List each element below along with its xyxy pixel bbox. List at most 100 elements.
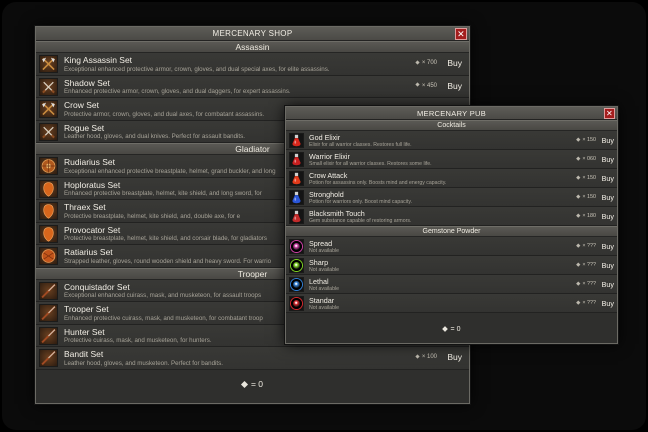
- item-description: Elixir for all warrior classes. Restores…: [309, 141, 412, 148]
- mercenary-pub-window: MERCENARY PUB ✕ Cocktails God Elixir Elixi…: [285, 106, 618, 344]
- item-name: Hoploratus Set: [64, 179, 121, 190]
- buy-button[interactable]: Buy: [602, 280, 614, 289]
- item-description: Potion for assassins only. Boosts mind a…: [309, 179, 447, 186]
- kite-shield-icon: [39, 179, 58, 198]
- pub-item-row[interactable]: Spread Not available × ??? Buy: [286, 237, 617, 256]
- item-description: Protective armor, crown, gloves, and dua…: [64, 110, 265, 118]
- buy-button[interactable]: Buy: [602, 212, 614, 221]
- pub-item-row[interactable]: Warrior Elixir Small elixir for all warri…: [286, 150, 617, 169]
- item-name: Spread: [309, 238, 333, 248]
- crossed-knives-icon: [39, 122, 58, 141]
- buy-button[interactable]: Buy: [447, 352, 462, 362]
- pub-item-row[interactable]: Blacksmith Touch Gem substance capable of…: [286, 207, 617, 226]
- potion-icon: [289, 189, 304, 205]
- potion-icon: [289, 208, 304, 224]
- section-header-assassin: Assassin: [36, 41, 469, 53]
- buy-button[interactable]: Buy: [602, 193, 614, 202]
- item-price-value: × ???: [582, 300, 596, 306]
- shop-item-row[interactable]: King Assassin Set Exceptional enhanced pr…: [36, 53, 469, 76]
- gemstone-icon: [289, 276, 304, 292]
- pub-titlebar: MERCENARY PUB ✕: [286, 107, 617, 120]
- buy-button[interactable]: Buy: [602, 299, 614, 308]
- item-description: Protective breastplate, helmet, kite shi…: [64, 235, 267, 242]
- item-price-value: × 100: [421, 354, 437, 360]
- pub-title: MERCENARY PUB: [416, 109, 487, 118]
- item-description: Enhanced protective breastplate, helmet,…: [64, 190, 262, 197]
- gemstone-ring: [291, 240, 302, 252]
- item-price-value: × 150: [582, 175, 596, 181]
- item-description: Strapped leather, gloves, round wooden s…: [64, 257, 272, 265]
- shop-balance-value: = 0: [250, 379, 264, 389]
- item-price: × ???: [576, 281, 596, 287]
- gemstone-ring: [291, 297, 302, 309]
- item-description: Protective cuirass, mask, and musketeon,…: [64, 337, 212, 344]
- crossed-axes-icon: [39, 55, 58, 73]
- pub-item-row[interactable]: Crow Attack Potion for assassins only. Bo…: [286, 169, 617, 188]
- item-description: Exceptional enhanced cuirass, mask, and …: [64, 292, 262, 299]
- currency-diamond-icon: [576, 137, 580, 142]
- pub-item-row[interactable]: Lethal Not available × ??? Buy: [286, 275, 617, 294]
- section-header-gemstone-powder: Gemstone Powder: [286, 226, 617, 237]
- item-price: × 180: [576, 213, 596, 219]
- item-name: Warrior Elixir: [309, 151, 350, 161]
- currency-diamond-icon: [576, 213, 580, 218]
- item-name: Hunter Set: [64, 326, 105, 337]
- item-name: Blacksmith Touch: [309, 208, 365, 218]
- item-description: Protective breastplate, helmet, kite shi…: [64, 212, 241, 220]
- pub-item-row[interactable]: God Elixir Elixir for all warrior classes…: [286, 131, 617, 150]
- musket-icon: [39, 349, 58, 367]
- item-price-value: × 450: [421, 82, 437, 89]
- currency-diamond-icon: [576, 194, 580, 199]
- item-price-value: × 060: [582, 156, 596, 162]
- item-name: Bandit Set: [64, 349, 104, 359]
- pub-balance: = 0: [286, 326, 617, 333]
- currency-diamond-icon: [415, 60, 420, 65]
- buy-button[interactable]: Buy: [447, 58, 462, 68]
- item-price-value: × ???: [582, 281, 596, 287]
- currency-diamond-icon: [441, 326, 448, 332]
- musket-icon: [39, 326, 58, 345]
- crossed-axes-icon: [39, 100, 58, 118]
- item-name: Thraex Set: [64, 202, 106, 212]
- buy-button[interactable]: Buy: [602, 174, 614, 183]
- item-price-value: × 150: [582, 137, 596, 143]
- currency-diamond-icon: [576, 243, 580, 248]
- buy-button[interactable]: Buy: [447, 81, 462, 91]
- crossed-daggers-icon: [39, 77, 58, 96]
- item-description: Enhanced protective cuirass, mask, and m…: [64, 314, 263, 322]
- item-description: Gem substance capable of restoring armor…: [309, 217, 412, 224]
- currency-diamond-icon: [415, 82, 420, 88]
- item-price-value: × 700: [421, 60, 437, 66]
- musket-icon: [39, 281, 58, 300]
- item-name: Stronghold: [309, 189, 344, 199]
- buy-button[interactable]: Buy: [602, 155, 614, 164]
- pub-item-row[interactable]: Standar Not available × ??? Buy: [286, 294, 617, 313]
- item-name: Standar: [309, 295, 335, 305]
- pub-item-row[interactable]: Stronghold Potion for warriors only. Boos…: [286, 188, 617, 207]
- buy-button[interactable]: Buy: [602, 242, 614, 251]
- item-name: God Elixir: [309, 132, 341, 142]
- item-name: Rudiarius Set: [64, 157, 116, 167]
- pub-item-list[interactable]: Cocktails God Elixir Elixir for all warrio…: [286, 120, 617, 313]
- shop-close-button[interactable]: ✕: [455, 28, 467, 40]
- item-price: × 700: [415, 60, 437, 66]
- pub-close-button[interactable]: ✕: [604, 108, 615, 119]
- item-price: × ???: [576, 262, 596, 268]
- currency-diamond-icon: [576, 281, 580, 286]
- pub-item-row[interactable]: Sharp Not available × ??? Buy: [286, 256, 617, 275]
- buy-button[interactable]: Buy: [602, 261, 614, 270]
- item-name: Sharp: [309, 257, 329, 267]
- item-price: × ???: [576, 243, 596, 249]
- currency-diamond-icon: [576, 300, 580, 305]
- item-price: × 150: [576, 175, 596, 181]
- item-description: Not available: [309, 304, 339, 311]
- shop-item-row[interactable]: Shadow Set Enhanced protective armor, cro…: [36, 75, 469, 98]
- buy-button[interactable]: Buy: [602, 136, 614, 145]
- item-price-value: × ???: [582, 262, 596, 268]
- kite-shield-icon: [39, 224, 58, 243]
- musket-icon: [39, 304, 58, 322]
- shop-item-row[interactable]: Bandit Set Leather hood, gloves, and musk…: [36, 347, 469, 370]
- round-shield-icon: [39, 247, 58, 265]
- section-header-cocktails: Cocktails: [286, 120, 617, 131]
- kite-shield-icon: [39, 202, 58, 220]
